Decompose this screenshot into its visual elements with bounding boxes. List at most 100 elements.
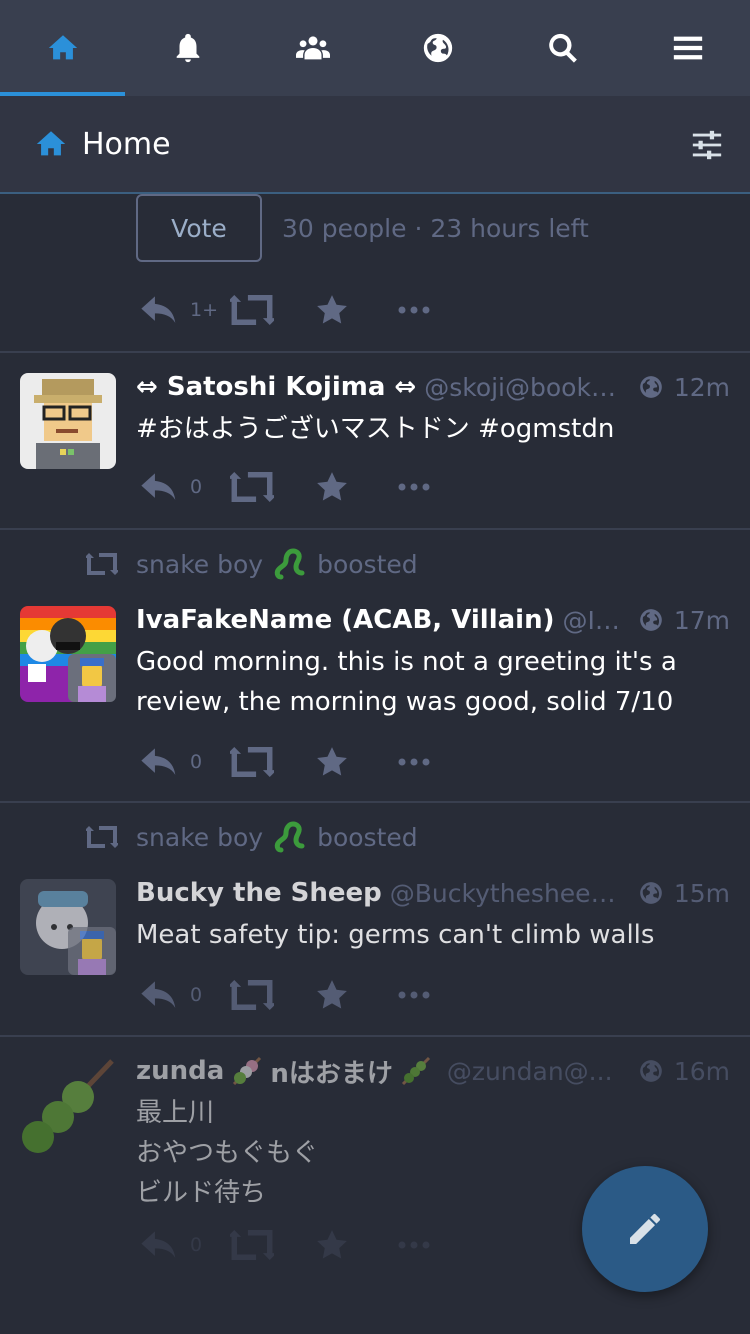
account-handle[interactable]: @zundan@...: [447, 1057, 630, 1086]
status-header: IvaFakeName (ACAB, Villain) @Ivaf... 17m: [136, 600, 730, 640]
dango-avatar-image: [20, 1057, 116, 1153]
search-icon: [548, 33, 577, 63]
more-button[interactable]: [398, 482, 430, 492]
star-icon: [317, 747, 347, 776]
timestamp[interactable]: 15m: [674, 879, 730, 908]
favourite-button[interactable]: [314, 293, 398, 327]
reply-icon: [141, 473, 176, 500]
timestamp[interactable]: 12m: [674, 373, 730, 402]
account-handle[interactable]: @Buckythesheep@...: [390, 879, 630, 908]
booster-name[interactable]: snake boy: [136, 823, 263, 852]
content-line: 最上川: [136, 1098, 215, 1128]
boost-button[interactable]: [230, 295, 314, 325]
favourite-button[interactable]: [314, 1228, 398, 1262]
display-name-part-1[interactable]: zunda: [136, 1056, 224, 1086]
retweet-icon: [86, 826, 118, 848]
tab-notifications[interactable]: [125, 0, 250, 96]
status-header: zunda nはおまけ @zundan@... 16m: [136, 1051, 730, 1091]
retweet-icon: [230, 980, 274, 1010]
tab-bar: [0, 0, 750, 96]
display-name[interactable]: IvaFakeName (ACAB, Villain): [136, 605, 554, 635]
account-handle[interactable]: @skoji@bookw...: [424, 373, 630, 402]
boost-button[interactable]: [230, 747, 314, 777]
bell-icon: [176, 33, 199, 63]
more-button[interactable]: [398, 1240, 430, 1250]
timestamp[interactable]: 17m: [674, 606, 730, 635]
reply-count: 0: [190, 751, 203, 773]
timestamp[interactable]: 16m: [674, 1057, 730, 1086]
reply-icon: [141, 748, 176, 775]
timeline[interactable]: Vote 30 people · 23 hours left 1+ ⇔ Sato…: [0, 194, 750, 1334]
reply-count: 0: [190, 476, 203, 498]
favourite-button[interactable]: [314, 745, 398, 779]
globe-icon: [423, 33, 452, 63]
pencil-icon: [630, 1214, 660, 1244]
display-name[interactable]: ⇔ Satoshi Kojima ⇔: [136, 372, 416, 402]
boost-prepend: snake boy boosted: [86, 817, 418, 857]
reply-icon: [141, 1231, 176, 1258]
display-name-part-2[interactable]: nはおまけ: [270, 1053, 393, 1090]
status-header: ⇔ Satoshi Kojima ⇔ @skoji@bookw... 12m: [136, 367, 730, 407]
snake-emoji-icon: [274, 548, 305, 580]
status-content: Good morning. this is not a greeting it'…: [136, 647, 677, 717]
reply-button[interactable]: 1+: [140, 293, 230, 327]
retweet-icon: [230, 472, 274, 502]
boost-button[interactable]: [230, 472, 314, 502]
retweet-icon: [230, 295, 274, 325]
tab-menu[interactable]: [625, 0, 750, 96]
reply-button[interactable]: 0: [140, 470, 230, 504]
status-item[interactable]: snake boy boosted Bucky the Sheep @Bucky…: [0, 803, 750, 1037]
reply-button[interactable]: 0: [140, 978, 230, 1012]
reply-icon: [141, 296, 176, 323]
boost-prepend: snake boy boosted: [86, 544, 418, 584]
reply-count: 1+: [190, 299, 219, 321]
status-content: Meat safety tip: germs can't climb walls: [136, 920, 655, 950]
boost-button[interactable]: [230, 980, 314, 1010]
globe-icon: [639, 1060, 662, 1082]
retweet-icon: [230, 747, 274, 777]
ellipsis-icon: [398, 483, 430, 491]
avatar[interactable]: [20, 1057, 116, 1153]
boost-button[interactable]: [230, 1230, 314, 1260]
poll-footer: Vote 30 people · 23 hours left: [136, 194, 589, 262]
tab-federated[interactable]: [375, 0, 500, 96]
reply-count: 0: [190, 984, 203, 1006]
pixel-avatar-image: [20, 373, 116, 469]
tab-home[interactable]: [0, 0, 125, 96]
avatar[interactable]: [20, 373, 116, 469]
column-title: Home: [82, 126, 171, 162]
star-icon: [317, 472, 347, 501]
status-item[interactable]: ⇔ Satoshi Kojima ⇔ @skoji@bookw... 12m #…: [0, 353, 750, 530]
column-header: Home: [0, 96, 750, 194]
booster-avatar[interactable]: [68, 927, 116, 975]
status-header: Bucky the Sheep @Buckythesheep@... 15m: [136, 873, 730, 913]
vote-button[interactable]: Vote: [136, 194, 262, 262]
boosted-label: boosted: [317, 549, 418, 579]
star-icon: [317, 295, 347, 324]
dango-emoji-icon: [233, 1056, 262, 1086]
booster-avatar[interactable]: [68, 654, 116, 702]
tab-local[interactable]: [250, 0, 375, 96]
more-button[interactable]: [398, 757, 430, 767]
more-button[interactable]: [398, 990, 430, 1000]
tab-search[interactable]: [500, 0, 625, 96]
more-button[interactable]: [398, 305, 430, 315]
status-actions: 1+: [140, 290, 430, 330]
compose-button[interactable]: [582, 1166, 708, 1292]
status-actions: 0: [140, 742, 430, 782]
booster-name[interactable]: snake boy: [136, 550, 263, 579]
users-icon: [295, 36, 330, 60]
booster-avatar-image: [68, 927, 116, 975]
display-name[interactable]: Bucky the Sheep: [136, 878, 382, 908]
account-handle[interactable]: @Ivaf...: [562, 606, 629, 635]
favourite-button[interactable]: [314, 470, 398, 504]
ellipsis-icon: [398, 306, 430, 314]
status-content: #おはようございマストドン #ogmstdn: [136, 414, 615, 444]
reply-icon: [141, 981, 176, 1008]
reply-button[interactable]: 0: [140, 1228, 230, 1262]
reply-button[interactable]: 0: [140, 745, 230, 779]
status-item[interactable]: snake boy boosted IvaFakeName (ACAB, Vil…: [0, 530, 750, 803]
favourite-button[interactable]: [314, 978, 398, 1012]
sliders-icon[interactable]: [690, 128, 724, 162]
status-actions: 0: [140, 1225, 430, 1265]
